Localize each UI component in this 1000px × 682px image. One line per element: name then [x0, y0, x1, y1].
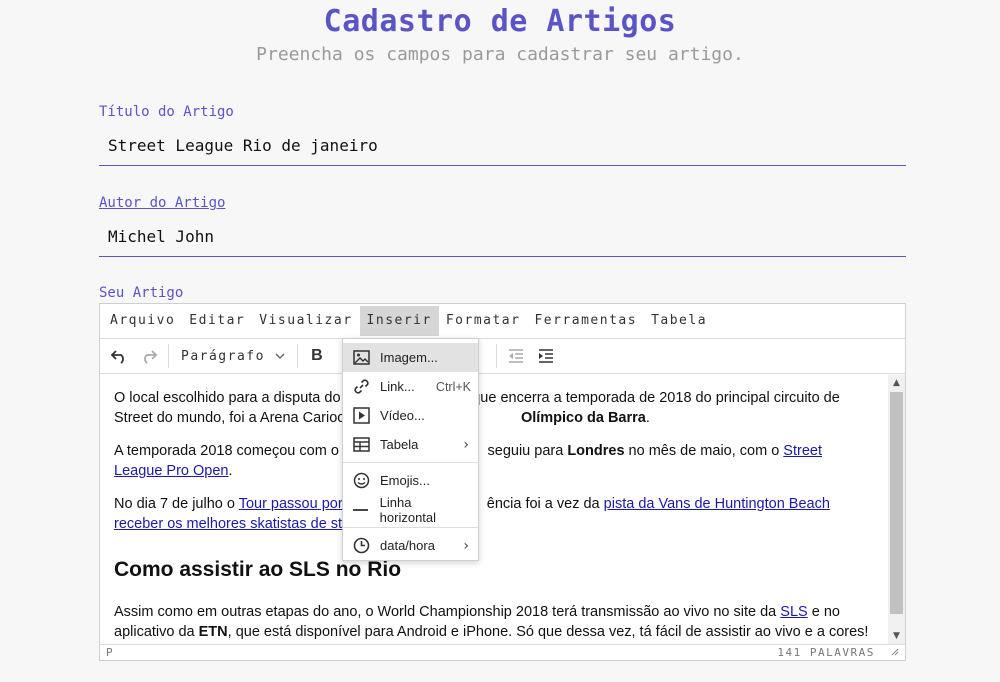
emoji-icon	[351, 472, 371, 490]
chevron-right-icon: ›	[463, 436, 469, 453]
text-link[interactable]: SLS	[780, 604, 807, 620]
menu-visualizar[interactable]: Visualizar	[252, 306, 359, 336]
paragraph: A temporada 2018 começou com o Tseguiu p…	[114, 443, 822, 479]
redo-icon[interactable]	[134, 342, 164, 370]
insert-table-item[interactable]: Tabela ›	[343, 430, 478, 459]
editor-content[interactable]: O local escolhido para a disputa do Wque…	[100, 375, 889, 645]
page-subtitle: Preencha os campos para cadastrar seu ar…	[256, 44, 744, 65]
menu-ferramentas[interactable]: Ferramentas	[527, 306, 644, 336]
insert-menu-dropdown: Imagem... Link... Ctrl+K Vídeo... Tabela…	[342, 338, 479, 561]
editor-scrollbar[interactable]: ▲ ▼	[888, 375, 905, 645]
menu-formatar[interactable]: Formatar	[439, 306, 528, 336]
insert-datetime-item[interactable]: data/hora ›	[343, 531, 478, 560]
page-title: Cadastro de Artigos	[323, 4, 677, 39]
bold-button[interactable]: B	[302, 342, 332, 370]
indent-icon[interactable]	[531, 342, 561, 370]
scroll-up-icon[interactable]: ▲	[888, 375, 905, 392]
chevron-down-icon	[275, 353, 285, 359]
image-icon	[351, 349, 371, 367]
table-icon	[351, 436, 371, 454]
title-input[interactable]	[99, 126, 906, 166]
insert-image-item[interactable]: Imagem...	[343, 343, 478, 372]
insert-emojis-item[interactable]: Emojis...	[343, 466, 478, 495]
outdent-icon[interactable]	[501, 342, 531, 370]
article-label: Seu Artigo	[99, 285, 184, 301]
scroll-down-icon[interactable]: ▼	[888, 628, 905, 645]
insert-link-item[interactable]: Link... Ctrl+K	[343, 372, 478, 401]
rich-text-editor[interactable]: Arquivo Editar Visualizar Inserir Format…	[99, 303, 906, 661]
text-link[interactable]: Tour passou por L	[239, 496, 355, 512]
shortcut-hint: Ctrl+K	[435, 379, 471, 394]
undo-icon[interactable]	[104, 342, 134, 370]
word-count: 141 PALAVRAS	[777, 646, 875, 659]
paragraph: O local escolhido para a disputa do Wque…	[114, 390, 840, 426]
menu-inserir[interactable]: Inserir	[359, 306, 439, 336]
clock-icon	[351, 537, 371, 555]
menu-tabela[interactable]: Tabela	[644, 306, 714, 336]
menu-divider	[343, 527, 478, 528]
menu-editar[interactable]: Editar	[182, 306, 252, 336]
resize-handle-icon[interactable]	[889, 646, 899, 656]
video-icon	[351, 407, 371, 425]
menu-arquivo[interactable]: Arquivo	[103, 306, 182, 336]
author-label: Autor do Artigo	[99, 195, 226, 211]
menu-divider	[343, 462, 478, 463]
scrollbar-thumb[interactable]	[890, 392, 903, 614]
editor-toolbar: Parágrafo B	[100, 339, 905, 374]
author-input[interactable]	[99, 217, 906, 257]
insert-video-item[interactable]: Vídeo...	[343, 401, 478, 430]
toolbar-divider	[168, 344, 169, 368]
chevron-right-icon: ›	[463, 537, 469, 554]
paragraph: No dia 7 de julho o Tour passou por Lênc…	[114, 496, 830, 532]
insert-horizontal-line-item[interactable]: Linha horizontal	[343, 495, 478, 525]
link-icon	[351, 378, 371, 396]
block-format-value: Parágrafo	[181, 348, 265, 364]
element-path[interactable]: P	[106, 646, 114, 659]
title-label: Título do Artigo	[99, 104, 234, 120]
paragraph: Assim como em outras etapas do ano, o Wo…	[114, 604, 869, 640]
block-format-select[interactable]: Parágrafo	[173, 349, 293, 364]
content-heading: Como assistir ao SLS no Rio	[114, 558, 402, 581]
editor-statusbar: P 141 PALAVRAS	[100, 644, 905, 660]
toolbar-divider	[296, 344, 298, 368]
toolbar-divider	[495, 344, 497, 368]
editor-menubar: Arquivo Editar Visualizar Inserir Format…	[100, 304, 905, 339]
horizontal-line-icon	[351, 501, 371, 519]
